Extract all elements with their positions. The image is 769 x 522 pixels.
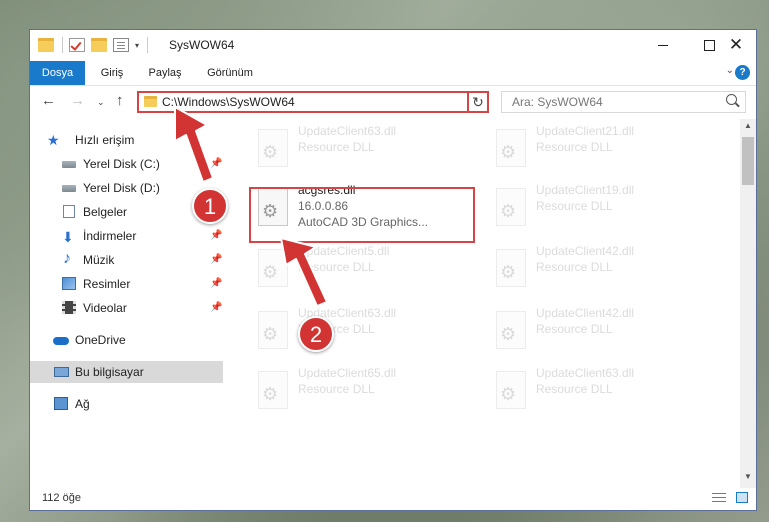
arrow-to-address-bar: [174, 106, 214, 183]
step-badge-1: 1: [192, 188, 228, 224]
step-badge-2: 2: [298, 316, 334, 352]
arrow-to-file: [280, 237, 328, 307]
annotation-arrows: [174, 106, 328, 307]
